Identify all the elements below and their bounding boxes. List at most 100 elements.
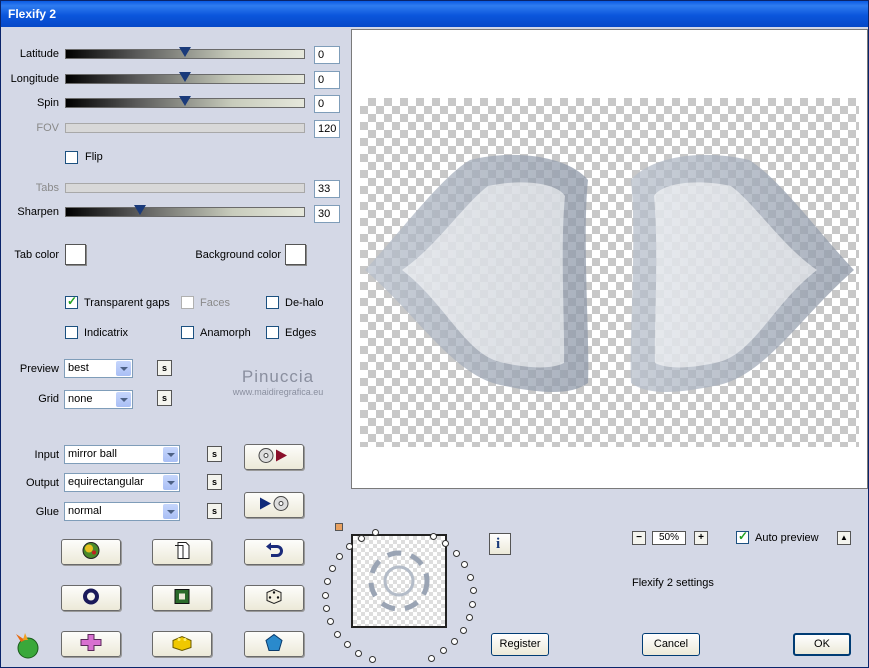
input-s-button[interactable]: s (207, 446, 222, 462)
square-frame-icon (173, 588, 191, 609)
spin-slider[interactable] (65, 96, 305, 108)
transparent-gaps-checkbox[interactable]: ✓ (65, 294, 78, 309)
transparency-checkerboard (360, 98, 859, 447)
yellow-block-icon (171, 634, 193, 655)
edges-label: Edges (285, 327, 317, 339)
checkmark-icon: ✓ (67, 294, 78, 308)
randomize-colors-button[interactable] (61, 539, 121, 565)
latitude-slider[interactable] (65, 47, 305, 59)
play-cd-button[interactable] (244, 492, 304, 518)
preview-quality-select[interactable]: best (64, 359, 133, 378)
square-frame-button[interactable] (152, 585, 212, 611)
auto-preview-checkbox[interactable]: ✓ (736, 529, 749, 544)
globe-color-icon (81, 541, 101, 564)
grid-s-button[interactable]: s (157, 390, 172, 406)
navigator-dot (324, 578, 331, 585)
latitude-slider-thumb[interactable] (179, 47, 191, 57)
watermark-name: Pinuccia (241, 367, 315, 386)
sharpen-value[interactable]: 30 (314, 205, 340, 223)
watermark: Pinuccia www.maidiregrafica.eu (213, 367, 343, 397)
de-halo-checkbox[interactable] (266, 296, 279, 309)
undo-icon (265, 542, 283, 562)
background-color-swatch[interactable] (285, 244, 306, 265)
output-s-button[interactable]: s (207, 474, 222, 490)
zoom-level[interactable]: 50% (652, 531, 686, 545)
navigator-dot (453, 550, 460, 557)
window-title: Flexify 2 (8, 7, 57, 21)
faces-label: Faces (200, 297, 230, 309)
info-button[interactable]: i (489, 533, 511, 555)
auto-preview-label: Auto preview (755, 532, 819, 544)
input-label: Input (34, 449, 59, 461)
checkmark-icon: ✓ (738, 529, 749, 543)
edges-checkbox[interactable] (266, 326, 279, 339)
glue-label: Glue (35, 506, 59, 518)
anamorph-checkbox[interactable] (181, 326, 194, 339)
navigator-dot (428, 655, 435, 662)
navigator-dot (430, 533, 437, 540)
random-button[interactable] (244, 585, 304, 611)
grid-select[interactable]: none (64, 390, 133, 409)
flip-checkbox[interactable] (65, 151, 78, 164)
chevron-down-icon[interactable] (163, 504, 178, 519)
chevron-down-icon[interactable] (116, 392, 131, 407)
longitude-slider[interactable] (65, 72, 305, 84)
ok-button[interactable]: OK (793, 633, 851, 656)
preview-pane[interactable] (351, 29, 868, 489)
ring-icon (82, 588, 100, 609)
navigator-dot (470, 587, 477, 594)
navigator-dot (466, 614, 473, 621)
fov-label: FOV (36, 122, 59, 134)
navigator-dot (440, 647, 447, 654)
output-select[interactable]: equirectangular (64, 473, 180, 492)
tabs-label: Tabs (35, 182, 59, 194)
grid-label: Grid (38, 393, 59, 405)
spin-value[interactable]: 0 (314, 95, 340, 113)
zoom-out-button[interactable]: − (632, 531, 646, 545)
anamorph-label: Anamorph (200, 327, 251, 339)
pentagon-shape-button[interactable] (244, 631, 304, 657)
navigator-dot (461, 561, 468, 568)
navigator-dot (334, 631, 341, 638)
block-shape-button[interactable] (152, 631, 212, 657)
chevron-down-icon[interactable] (116, 361, 131, 376)
tabs-value[interactable]: 33 (314, 180, 340, 198)
navigator-thumbnail[interactable] (351, 534, 447, 628)
navigator-dot (344, 641, 351, 648)
glue-s-button[interactable]: s (207, 503, 222, 519)
navigator-dot (323, 605, 330, 612)
settings-name: Flexify 2 settings (632, 577, 714, 589)
navigator-handle[interactable] (335, 523, 343, 531)
cd-play-button[interactable] (244, 444, 304, 470)
latitude-value[interactable]: 0 (314, 46, 340, 64)
navigator-dot (327, 618, 334, 625)
output-label: Output (25, 477, 59, 489)
chevron-down-icon[interactable] (163, 447, 178, 462)
indicatrix-label: Indicatrix (84, 327, 129, 339)
spin-slider-thumb[interactable] (179, 96, 191, 106)
undo-button[interactable] (244, 539, 304, 565)
glue-select[interactable]: normal (64, 502, 180, 521)
indicatrix-checkbox[interactable] (65, 326, 78, 339)
sharpen-slider-thumb[interactable] (134, 205, 146, 215)
cross-shape-button[interactable] (61, 631, 121, 657)
fov-value[interactable]: 120 (314, 120, 340, 138)
tab-color-swatch[interactable] (65, 244, 86, 265)
register-button[interactable]: Register (491, 633, 549, 656)
watermark-url: www.maidiregrafica.eu (232, 387, 324, 397)
new-page-button[interactable] (152, 539, 212, 565)
dice-icon (265, 588, 283, 609)
input-select[interactable]: mirror ball (64, 445, 180, 464)
cancel-button[interactable]: Cancel (642, 633, 700, 656)
sharpen-slider[interactable] (65, 205, 305, 217)
zoom-in-button[interactable]: + (694, 531, 708, 545)
chevron-down-icon[interactable] (163, 475, 178, 490)
navigator-dot (336, 553, 343, 560)
longitude-slider-thumb[interactable] (179, 72, 191, 82)
longitude-label: Longitude (10, 73, 59, 85)
collapse-up-button[interactable]: ▲ (837, 531, 851, 545)
preview-s-button[interactable]: s (157, 360, 172, 376)
longitude-value[interactable]: 0 (314, 71, 340, 89)
play-cd-icon (257, 495, 291, 516)
ring-shape-button[interactable] (61, 585, 121, 611)
